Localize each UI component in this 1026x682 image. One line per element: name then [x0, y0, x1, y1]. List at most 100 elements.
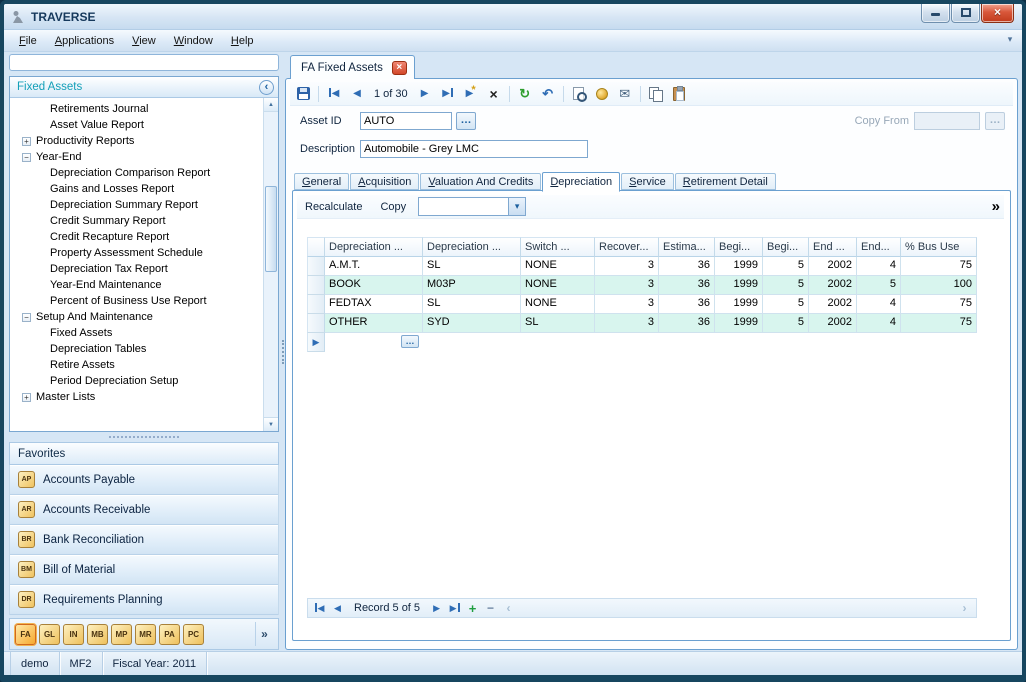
grid-cell[interactable]: 1999 [715, 314, 763, 333]
grid-cell[interactable]: OTHER [325, 314, 423, 333]
tab-close-icon[interactable]: × [391, 60, 407, 75]
tree-item[interactable]: Year-End Maintenance [10, 277, 260, 293]
grid-cell[interactable]: 36 [659, 276, 715, 295]
grid-cell[interactable]: NONE [521, 276, 595, 295]
nav-previous-button[interactable]: ◀ [329, 600, 346, 616]
nav-first-button[interactable]: ◀ [311, 600, 328, 616]
customize-chevron-icon[interactable]: » [992, 198, 1004, 215]
grid-column-header[interactable]: Estima... [659, 237, 715, 257]
grid-cell[interactable]: 1999 [715, 257, 763, 276]
grid-cell[interactable]: 3 [595, 257, 659, 276]
module-button[interactable]: IN [63, 623, 84, 645]
toolbar-options-icon[interactable]: ▾ [1003, 34, 1017, 45]
grid-cell[interactable]: NONE [521, 295, 595, 314]
asset-id-input[interactable] [360, 112, 452, 130]
maximize-button[interactable] [951, 4, 980, 23]
grid-column-header[interactable]: Depreciation ... [325, 237, 423, 257]
grid-cell[interactable]: 100 [901, 276, 977, 295]
activity-button[interactable] [592, 84, 612, 104]
copy-source-combo[interactable]: ▾ [418, 197, 527, 216]
document-tab[interactable]: FA Fixed Assets × [290, 55, 415, 79]
grid-cell[interactable]: 36 [659, 295, 715, 314]
module-button[interactable]: FA [15, 623, 36, 645]
grid-cell[interactable]: 4 [857, 295, 901, 314]
grid-cell[interactable]: M03P [423, 276, 521, 295]
nav-last-button[interactable]: ▶ [446, 600, 463, 616]
copy-record-button[interactable] [646, 84, 666, 104]
grid-cell[interactable]: 2002 [809, 295, 857, 314]
tree-item[interactable]: − Year-End [10, 149, 260, 165]
module-button[interactable]: GL [39, 623, 60, 645]
row-indicator[interactable] [307, 314, 325, 333]
minimize-button[interactable] [921, 4, 950, 23]
refresh-button[interactable]: ↻ [515, 84, 535, 104]
tree-item[interactable]: Gains and Losses Report [10, 181, 260, 197]
tree-item[interactable]: Depreciation Tables [10, 341, 260, 357]
hscroll-left-button[interactable]: ‹ [500, 600, 517, 616]
description-input[interactable] [360, 140, 588, 158]
tree-item[interactable]: Retirements Journal [10, 101, 260, 117]
menu-item[interactable]: File [10, 31, 46, 51]
favorite-item[interactable]: BM Bill of Material [10, 555, 278, 585]
tree-item[interactable]: Property Assessment Schedule [10, 245, 260, 261]
scroll-down-icon[interactable]: ▼ [264, 417, 278, 431]
grid-cell[interactable]: SYD [423, 314, 521, 333]
grid-cell[interactable]: 2002 [809, 314, 857, 333]
more-modules-icon[interactable]: » [255, 622, 273, 646]
grid-column-header[interactable]: Depreciation ... [423, 237, 521, 257]
last-record-button[interactable]: ▶ [438, 84, 458, 104]
grid-cell[interactable]: 75 [901, 295, 977, 314]
grid-cell[interactable]: 75 [901, 257, 977, 276]
grid-column-header[interactable]: Begi... [763, 237, 809, 257]
form-tab[interactable]: Depreciation [542, 172, 621, 192]
tree-item[interactable]: − Setup And Maintenance [10, 309, 260, 325]
grid-cell[interactable]: 75 [901, 314, 977, 333]
tree-item[interactable]: + Productivity Reports [10, 133, 260, 149]
form-tab[interactable]: Service [621, 173, 674, 190]
module-button[interactable]: MR [135, 623, 156, 645]
grid-cell[interactable]: 5 [857, 276, 901, 295]
module-button[interactable]: MB [87, 623, 108, 645]
new-row[interactable]: … [325, 333, 977, 352]
grid-cell[interactable]: 36 [659, 257, 715, 276]
grid-cell[interactable]: 5 [763, 257, 809, 276]
form-tab[interactable]: General [294, 173, 350, 190]
grid-cell[interactable]: 3 [595, 295, 659, 314]
tree-expander-icon[interactable]: − [22, 152, 31, 162]
tree-expander-icon[interactable]: + [22, 136, 31, 146]
favorite-item[interactable]: BR Bank Reconciliation [10, 525, 278, 555]
grid-cell[interactable]: A.M.T. [325, 257, 423, 276]
grid-cell[interactable]: 5 [763, 295, 809, 314]
scroll-up-icon[interactable]: ▲ [264, 98, 278, 112]
email-button[interactable]: ✉ [615, 84, 635, 104]
nav-delete-row-button[interactable]: − [482, 600, 499, 616]
tree-item[interactable]: Depreciation Summary Report [10, 197, 260, 213]
grid-cell[interactable]: 5 [763, 314, 809, 333]
grid-column-header[interactable]: End... [857, 237, 901, 257]
first-record-button[interactable]: ◀ [324, 84, 344, 104]
grid-cell[interactable]: 4 [857, 257, 901, 276]
module-button[interactable]: PC [183, 623, 204, 645]
grid-cell[interactable]: 3 [595, 314, 659, 333]
form-tab[interactable]: Valuation And Credits [420, 173, 542, 190]
grid-column-header[interactable]: % Bus Use [901, 237, 977, 257]
dropdown-icon[interactable]: ▾ [508, 198, 526, 215]
undo-button[interactable]: ↶ [538, 84, 558, 104]
tree-expander-icon[interactable]: + [22, 392, 31, 402]
tree-item[interactable]: + Master Lists [10, 389, 260, 405]
menu-item[interactable]: Applications [46, 31, 123, 51]
tree-item[interactable]: Period Depreciation Setup [10, 373, 260, 389]
grid-cell[interactable]: SL [521, 314, 595, 333]
print-preview-button[interactable] [569, 84, 589, 104]
tree-item[interactable]: Retire Assets [10, 357, 260, 373]
collapse-panel-icon[interactable]: ‹ [259, 79, 274, 95]
grid-column-header[interactable]: Begi... [715, 237, 763, 257]
tree-item[interactable]: Depreciation Tax Report [10, 261, 260, 277]
row-indicator[interactable] [307, 295, 325, 314]
grid-cell[interactable]: 2002 [809, 276, 857, 295]
grid-cell[interactable]: 5 [763, 276, 809, 295]
next-record-button[interactable]: ▶ [415, 84, 435, 104]
favorite-item[interactable]: DR Requirements Planning [10, 585, 278, 615]
menu-item[interactable]: Help [222, 31, 263, 51]
close-window-button[interactable]: × [981, 4, 1014, 23]
